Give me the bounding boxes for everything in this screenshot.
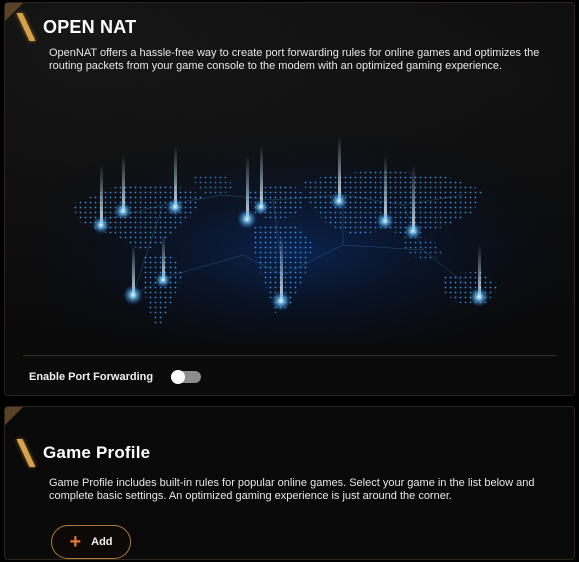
divider — [23, 355, 556, 356]
open-nat-panel: OPEN NAT OpenNAT offers a hassle-free wa… — [4, 2, 575, 396]
port-forwarding-toggle[interactable] — [171, 370, 202, 384]
world-map-icon — [43, 135, 551, 345]
game-profile-description: Game Profile includes built-in rules for… — [49, 477, 535, 502]
plus-icon: + — [69, 531, 82, 553]
game-profile-title: Game Profile — [43, 443, 151, 462]
game-profile-header: Game Profile — [16, 439, 151, 467]
open-nat-description: OpenNAT offers a hassle-free way to crea… — [49, 47, 540, 72]
world-network-map — [43, 135, 551, 345]
add-button-label: Add — [91, 536, 113, 548]
title-accent-bar — [16, 439, 36, 467]
game-profile-panel: Game Profile Game Profile includes built… — [4, 406, 575, 560]
corner-accent-icon — [5, 407, 23, 425]
port-forwarding-label: Enable Port Forwarding — [29, 371, 154, 383]
toggle-knob — [171, 370, 186, 384]
add-game-profile-button[interactable]: + Add — [51, 525, 131, 559]
open-nat-header: OPEN NAT — [16, 13, 137, 41]
open-nat-title: OPEN NAT — [43, 16, 137, 37]
port-forwarding-row: Enable Port Forwarding — [29, 370, 202, 384]
